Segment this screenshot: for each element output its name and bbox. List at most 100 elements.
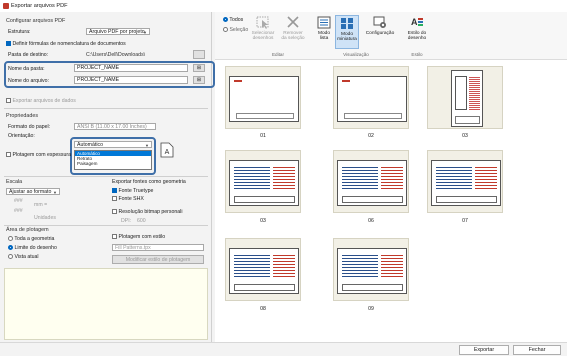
thumbnail-card[interactable] — [225, 238, 301, 301]
plot-lineweight-checkbox[interactable] — [6, 152, 11, 158]
define-formulas-row[interactable]: Definir fórmulas de nomenclatura de docu… — [6, 41, 126, 47]
paper-format-select[interactable]: ANSI B (11.00 x 17.00 Inches) — [74, 123, 156, 130]
scale-select[interactable]: Ajustar ao formato ▼ — [6, 188, 60, 195]
dpi-label: DPI: — [121, 218, 132, 224]
structure-select[interactable]: Arquivo PDF por projeto ▼ — [86, 28, 150, 35]
drawing-sheet — [229, 76, 299, 122]
folder-name-value: PROJECT_NAME — [77, 65, 120, 71]
font-shx-label: Fonte SHX — [118, 196, 144, 202]
plot-style-checkbox[interactable] — [112, 234, 117, 240]
scale-hash-2: ### — [14, 208, 23, 214]
plot-view-label: Vista atual — [14, 254, 39, 260]
section-plot-area-title: Área de plotagem — [6, 227, 49, 233]
export-button[interactable]: Exportar — [459, 345, 509, 355]
file-name-input[interactable]: PROJECT_NAME — [74, 76, 188, 84]
export-data-checkbox[interactable] — [6, 98, 11, 104]
thumbnail-card[interactable] — [333, 150, 409, 213]
font-truetype-label: Fonte Truetype — [118, 188, 154, 194]
style-icon: A — [410, 16, 424, 29]
remove-selection-button[interactable]: Remover da seleção — [280, 16, 306, 41]
file-name-value: PROJECT_NAME — [77, 77, 120, 83]
font-truetype-checkbox[interactable] — [112, 188, 117, 194]
orientation-option-landscape[interactable]: Paisagem — [75, 161, 151, 166]
thumbnail-card[interactable] — [225, 66, 301, 129]
gear-icon — [373, 16, 387, 29]
file-name-formula-button[interactable]: ⊞ — [193, 76, 205, 84]
thumbnail-grid: 01 02 03 03 06 07 08 09 — [215, 60, 567, 342]
structure-value: Arquivo PDF por projeto — [89, 29, 145, 35]
bitmap-res-row[interactable]: Resolução bitmap personali — [112, 209, 182, 215]
all-label: Todos — [229, 17, 244, 23]
browse-folder-button[interactable] — [193, 50, 205, 59]
settings-panel: Configurar arquivos PDF Estrutura: Arqui… — [0, 12, 215, 342]
thumbnail-card[interactable] — [225, 150, 301, 213]
font-shx-checkbox[interactable] — [112, 196, 117, 202]
bitmap-res-checkbox[interactable] — [112, 209, 117, 215]
file-name-label: Nome do arquivo: — [8, 78, 49, 84]
thumbnail-label: 09 — [368, 306, 374, 312]
plot-style-value: Fill Patterns.tpx — [115, 245, 151, 251]
thumbnail-card[interactable] — [333, 66, 409, 129]
ribbon-toolbar: Todos Seleção Selecionar desenhos Remove… — [215, 12, 567, 60]
folder-name-input[interactable]: PROJECT_NAME — [74, 64, 188, 72]
divider — [4, 108, 208, 109]
thumbnail-label: 06 — [368, 218, 374, 224]
info-panel — [4, 268, 208, 340]
selection-label: Seleção — [229, 27, 249, 33]
plot-all-radio[interactable] — [8, 236, 13, 242]
list-mode-button[interactable]: Modo lista — [315, 16, 333, 41]
thumbnail-card[interactable] — [427, 150, 503, 213]
scale-hash-1: ### — [14, 198, 23, 204]
drawing-sheet — [337, 76, 407, 122]
orientation-select[interactable]: Automático ▼ — [74, 141, 152, 148]
plot-extents-radio[interactable] — [8, 245, 13, 251]
export-data-row[interactable]: Exportar arquivos de dados — [6, 98, 76, 104]
close-button[interactable]: Fechar — [513, 345, 561, 355]
thumbnail-label: 07 — [462, 218, 468, 224]
drawing-sheet — [229, 248, 299, 294]
define-formulas-label: Definir fórmulas de nomenclatura de docu… — [12, 41, 126, 47]
chevron-down-icon: ▼ — [143, 30, 147, 35]
modify-style-button[interactable]: Modificar estilo de plotagem — [112, 255, 204, 264]
dialog-footer: Exportar Fechar — [0, 342, 567, 356]
select-drawings-button[interactable]: Selecionar desenhos — [250, 16, 276, 41]
app-icon — [3, 3, 9, 9]
font-shx-row[interactable]: Fonte SHX — [112, 196, 144, 202]
thumb-mode-button[interactable]: Modo miniatura — [335, 15, 359, 49]
svg-text:A: A — [411, 17, 418, 27]
thumbnail-card[interactable] — [427, 66, 503, 129]
title-bar: Exportar arquivos PDF — [0, 0, 567, 12]
selection-row[interactable]: Seleção — [223, 27, 248, 33]
plot-all-row[interactable]: Toda a geometria — [8, 236, 54, 242]
plot-lineweight-label: Plotagem com espessura — [12, 152, 71, 158]
font-truetype-row[interactable]: Fonte Truetype — [112, 188, 153, 194]
orientation-dropdown-list: Automático Retrato Paisagem — [74, 150, 152, 170]
folder-name-formula-button[interactable]: ⊞ — [193, 64, 205, 72]
orientation-preview-icon: A — [160, 142, 174, 158]
drawing-sheet — [431, 160, 501, 206]
chevron-down-icon: ▼ — [53, 190, 57, 195]
plot-style-row[interactable]: Plotagem com estilo — [112, 234, 165, 240]
window-title: Exportar arquivos PDF — [11, 3, 68, 9]
folder-name-label: Nome da pasta: — [8, 66, 45, 72]
plot-view-radio[interactable] — [8, 254, 13, 260]
config-button[interactable]: Configuração — [363, 16, 397, 36]
drawing-style-button[interactable]: A Estilo do desenho — [403, 16, 431, 41]
plot-style-select[interactable]: Fill Patterns.tpx — [112, 244, 204, 251]
all-radio[interactable] — [223, 17, 228, 23]
thumbnail-label: 01 — [260, 133, 266, 139]
modify-style-label: Modificar estilo de plotagem — [125, 257, 191, 263]
plot-lineweight-row[interactable]: Plotagem com espessura — [6, 152, 71, 158]
scale-units-label: Unidades — [34, 215, 56, 221]
define-formulas-checkbox[interactable] — [6, 41, 11, 47]
drawing-sheet — [337, 160, 407, 206]
cursor-select-icon — [256, 16, 270, 29]
plot-extents-row[interactable]: Limite do desenho — [8, 245, 57, 251]
plot-view-row[interactable]: Vista atual — [8, 254, 39, 260]
thumbnail-card[interactable] — [333, 238, 409, 301]
svg-text:A: A — [165, 149, 170, 156]
all-row[interactable]: Todos — [223, 17, 243, 23]
selection-radio[interactable] — [223, 27, 228, 33]
export-fonts-label: Exportar fontes como geometria — [112, 179, 186, 185]
export-data-label: Exportar arquivos de dados — [12, 98, 76, 104]
